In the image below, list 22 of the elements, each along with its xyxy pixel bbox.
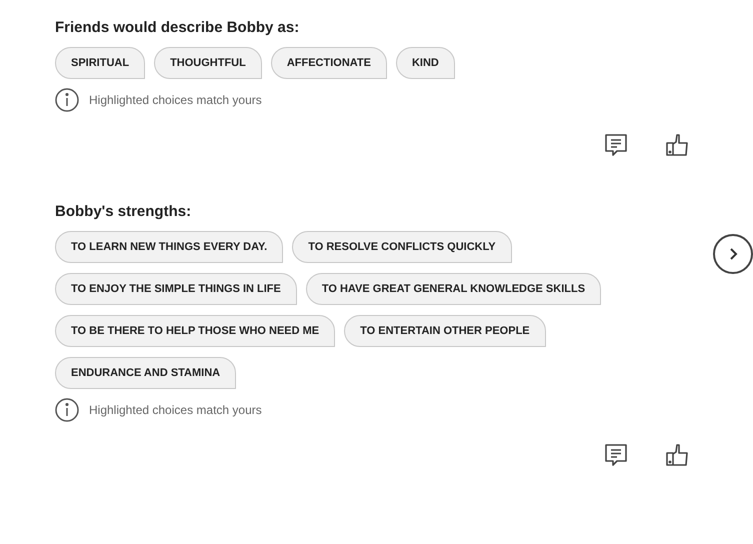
choice-chip[interactable]: TO BE THERE TO HELP THOSE WHO NEED ME: [55, 315, 336, 347]
choice-chip[interactable]: SPIRITUAL: [55, 47, 146, 79]
choice-chip[interactable]: THOUGHTFUL: [154, 47, 262, 79]
choice-chip[interactable]: TO ENJOY THE SIMPLE THINGS IN LIFE: [55, 273, 297, 305]
choice-chip[interactable]: TO LEARN NEW THINGS EVERY DAY.: [55, 231, 284, 263]
comment-icon[interactable]: [603, 132, 629, 158]
section-title: Bobby's strengths:: [55, 202, 192, 222]
choice-chip[interactable]: TO RESOLVE CONFLICTS QUICKLY: [292, 231, 512, 263]
info-note: Highlighted choices match yours: [89, 92, 262, 109]
info-icon: [55, 398, 79, 422]
choice-chip[interactable]: AFFECTIONATE: [270, 47, 387, 79]
choice-chip[interactable]: TO HAVE GREAT GENERAL KNOWLEDGE SKILLS: [306, 273, 602, 305]
section-title: Friends would describe Bobby as:: [55, 18, 300, 38]
choice-chip[interactable]: ENDURANCE AND STAMINA: [55, 357, 236, 389]
info-icon: [55, 88, 79, 112]
thumbs-up-icon[interactable]: [665, 132, 691, 158]
thumbs-up-icon[interactable]: [665, 442, 691, 468]
comment-icon[interactable]: [603, 442, 629, 468]
choice-chip[interactable]: TO ENTERTAIN OTHER PEOPLE: [344, 315, 546, 347]
info-note: Highlighted choices match yours: [89, 402, 262, 419]
next-button[interactable]: [713, 234, 753, 274]
choice-chip[interactable]: KIND: [396, 47, 455, 79]
